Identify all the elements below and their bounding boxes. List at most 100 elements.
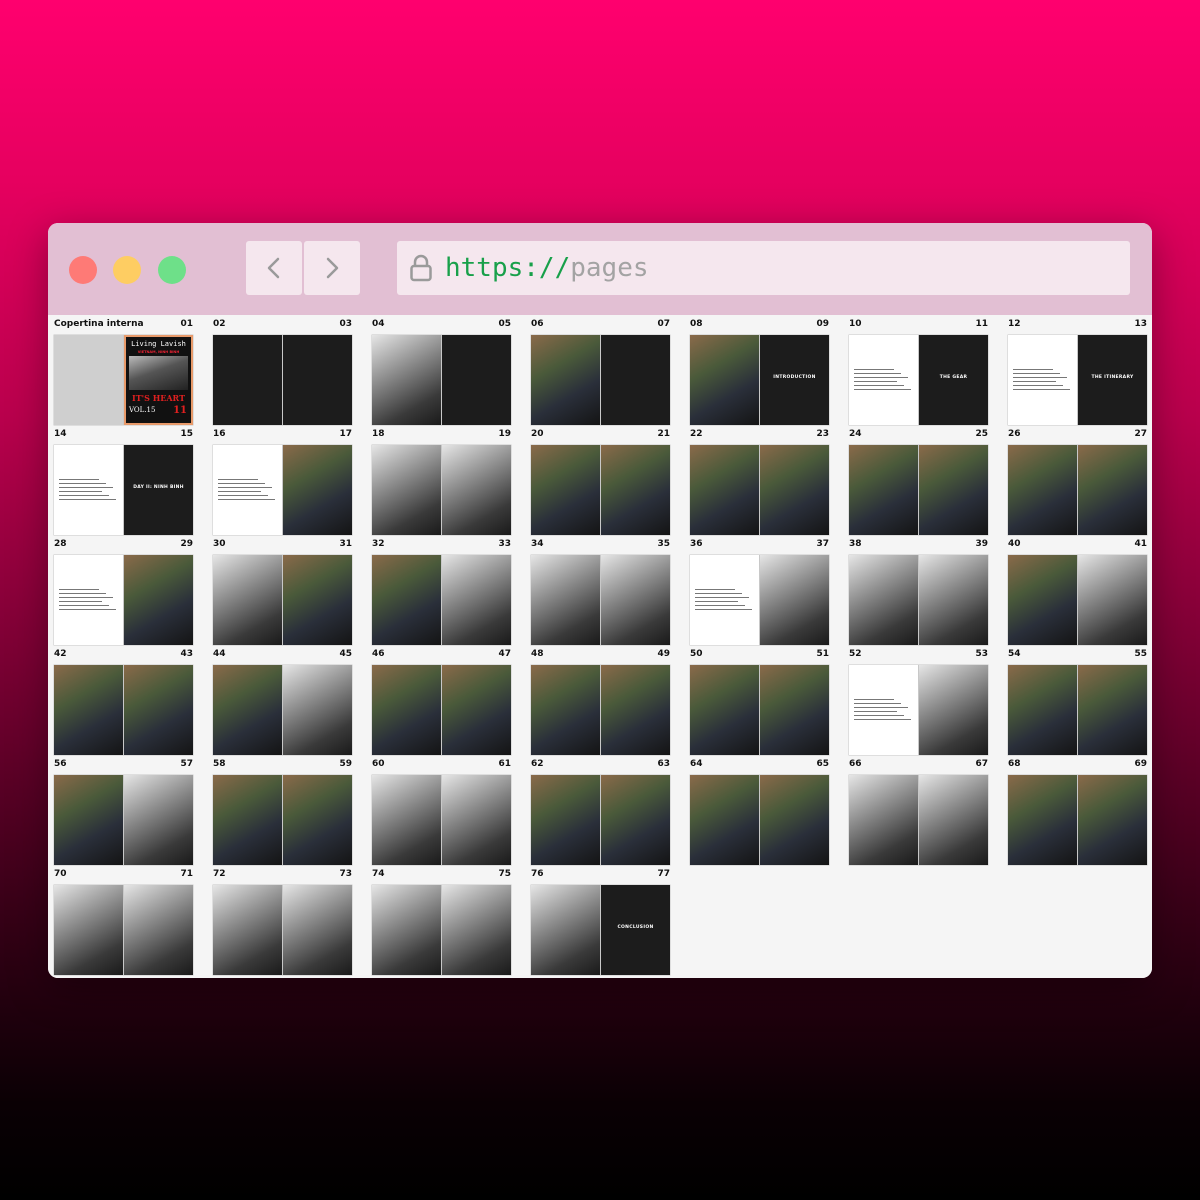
spread-thumbnail[interactable]: 02 03 [213, 319, 352, 427]
back-button[interactable] [246, 241, 302, 295]
page-number-left: 36 [690, 539, 703, 549]
spread-thumbnail[interactable]: 46 47 [372, 649, 511, 757]
text-line [854, 389, 911, 390]
page-number-left: 68 [1008, 759, 1021, 769]
forward-button[interactable] [304, 241, 360, 295]
spread-thumbnail[interactable]: 44 45 [213, 649, 352, 757]
page-number-right: 05 [498, 319, 511, 329]
spread-thumbnail[interactable]: 50 51 [690, 649, 829, 757]
spread-thumbnail[interactable]: 10 11 THE GEAR [849, 319, 988, 427]
page-left [54, 445, 123, 535]
spread-thumbnail[interactable]: 68 69 [1008, 759, 1147, 867]
page-left [1008, 775, 1077, 865]
page-right: DAY II: NINH BINH [124, 445, 193, 535]
spread-thumbnail[interactable]: 60 61 [372, 759, 511, 867]
page-number-right: 03 [339, 319, 352, 329]
spread-thumbnail[interactable]: 36 37 [690, 539, 829, 647]
maximize-window-button[interactable] [158, 256, 186, 284]
text-line [695, 597, 749, 598]
page-number-right: 29 [180, 539, 193, 549]
spread-thumbnail[interactable]: 26 27 [1008, 429, 1147, 537]
spread-thumbnail[interactable]: 12 13 THE ITINERARY [1008, 319, 1147, 427]
spread-thumbnail[interactable]: 64 65 [690, 759, 829, 867]
spread-pages [531, 555, 670, 645]
spread-thumbnail[interactable]: 38 39 [849, 539, 988, 647]
page-number-left: 12 [1008, 319, 1021, 329]
spread-thumbnail[interactable]: 72 73 [213, 869, 352, 977]
spread-thumbnail[interactable]: 16 17 [213, 429, 352, 537]
page-number-right: 71 [180, 869, 193, 879]
spread-thumbnail[interactable]: 06 07 [531, 319, 670, 427]
text-line [1013, 373, 1060, 374]
spread-thumbnail[interactable]: 76 77 CONCLUSION [531, 869, 670, 977]
minimize-window-button[interactable] [113, 256, 141, 284]
spread-thumbnail[interactable]: 24 25 [849, 429, 988, 537]
spread-thumbnail[interactable]: 70 71 [54, 869, 193, 977]
spread-pages [1008, 445, 1147, 535]
text-line [854, 381, 897, 382]
page-number-right: 09 [816, 319, 829, 329]
spread-pages [213, 555, 352, 645]
page-number-left: 24 [849, 429, 862, 439]
spread-thumbnail[interactable]: 40 41 [1008, 539, 1147, 647]
page-left [1008, 335, 1077, 425]
text-line [59, 499, 116, 500]
address-bar[interactable]: https://pages [397, 241, 1130, 295]
page-right [601, 665, 670, 755]
spread-pages [1008, 555, 1147, 645]
page-number-right: 59 [339, 759, 352, 769]
spread-pages [372, 445, 511, 535]
spread-thumbnail[interactable]: 04 05 [372, 319, 511, 427]
spread-pages: INTRODUCTION [690, 335, 829, 425]
page-number-right: 21 [657, 429, 670, 439]
spread-thumbnail[interactable]: 62 63 [531, 759, 670, 867]
spread-thumbnail[interactable]: 42 43 [54, 649, 193, 757]
page-number-left: 06 [531, 319, 544, 329]
page-left [531, 555, 600, 645]
page-number-right: 17 [339, 429, 352, 439]
page-right [1078, 665, 1147, 755]
cover-thumbnail[interactable]: Copertina interna 01 Living Lavish VIETN… [54, 319, 193, 427]
cover-issue: 11 [173, 405, 187, 416]
page-right [442, 445, 511, 535]
spread-thumbnail[interactable]: 08 09 INTRODUCTION [690, 319, 829, 427]
page-number-left: 34 [531, 539, 544, 549]
text-line [1013, 377, 1067, 378]
spread-thumbnail[interactable]: 18 19 [372, 429, 511, 537]
page-left [849, 335, 918, 425]
page-number-left: 02 [213, 319, 226, 329]
spread-thumbnail[interactable]: 48 49 [531, 649, 670, 757]
spread-thumbnail[interactable]: 66 67 [849, 759, 988, 867]
chevron-left-icon [267, 257, 280, 279]
spread-thumbnail[interactable]: 32 33 [372, 539, 511, 647]
spread-thumbnail[interactable]: 14 15 DAY II: NINH BINH [54, 429, 193, 537]
text-line [695, 609, 752, 610]
spread-thumbnail[interactable]: 74 75 [372, 869, 511, 977]
spread-thumbnail[interactable]: 58 59 [213, 759, 352, 867]
spread-pages [690, 445, 829, 535]
page-number-left: 30 [213, 539, 226, 549]
page-right [124, 775, 193, 865]
spread-thumbnail[interactable]: 54 55 [1008, 649, 1147, 757]
page-number-right: 69 [1134, 759, 1147, 769]
spread-thumbnail[interactable]: 56 57 [54, 759, 193, 867]
close-window-button[interactable] [69, 256, 97, 284]
text-line [1013, 369, 1053, 370]
page-left [372, 665, 441, 755]
text-line [59, 589, 99, 590]
text-line [854, 369, 894, 370]
spread-thumbnail[interactable]: 28 29 [54, 539, 193, 647]
spread-thumbnail[interactable]: 34 35 [531, 539, 670, 647]
text-line [59, 495, 109, 496]
page-right [760, 775, 829, 865]
page-right [760, 445, 829, 535]
page-left [531, 665, 600, 755]
page-right [919, 775, 988, 865]
page-left [690, 555, 759, 645]
page-right [283, 555, 352, 645]
spread-thumbnail[interactable]: 20 21 [531, 429, 670, 537]
spread-thumbnail[interactable]: 52 53 [849, 649, 988, 757]
spread-thumbnail[interactable]: 22 23 [690, 429, 829, 537]
spread-thumbnail[interactable]: 30 31 [213, 539, 352, 647]
text-line [59, 597, 113, 598]
